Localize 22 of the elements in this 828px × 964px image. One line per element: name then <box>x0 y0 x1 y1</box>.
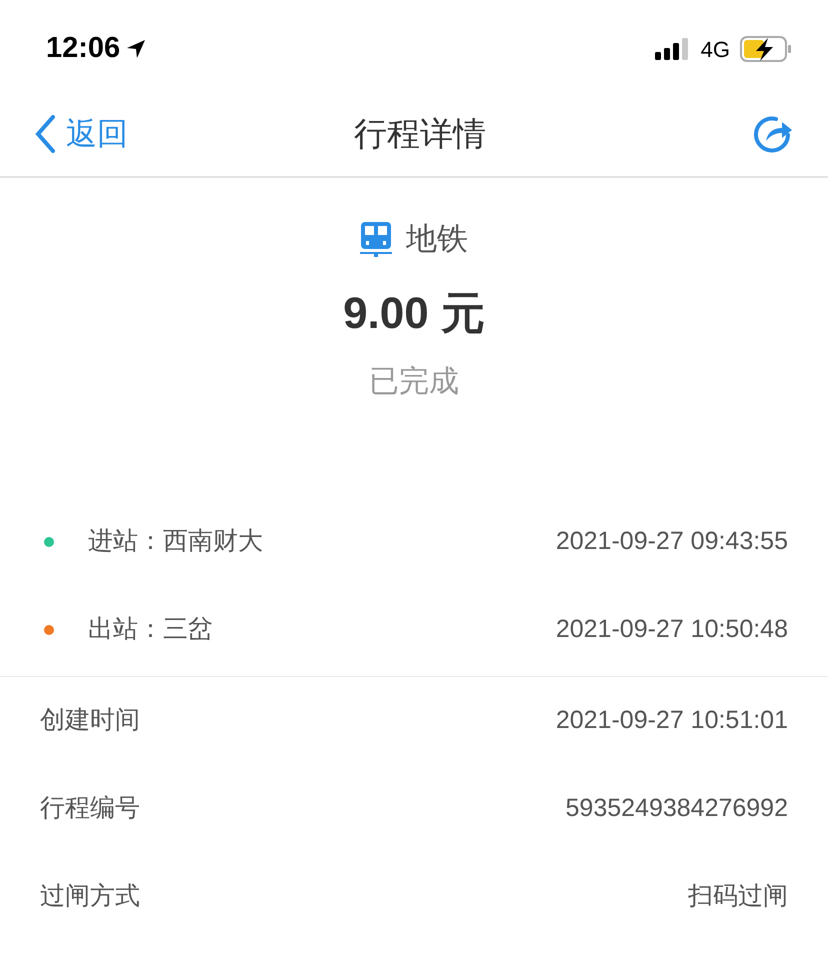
trip-amount: 9.00 元 <box>343 288 485 340</box>
network-label: 4G <box>700 36 730 64</box>
status-time: 12:06 <box>46 31 120 66</box>
station-label: 出站：三岔 <box>88 614 213 646</box>
station-time: 2021-09-27 09:43:55 <box>556 526 788 558</box>
detail-label: 行程编号 <box>40 793 140 824</box>
station-label: 进站：西南财大 <box>88 526 263 558</box>
back-chevron-icon <box>34 114 56 154</box>
page-title: 行程详情 <box>354 114 486 154</box>
detail-value: 5935249384276992 <box>566 793 788 824</box>
detail-value: 扫码过闸 <box>688 881 788 912</box>
transit-mode: 地铁 <box>406 220 468 258</box>
signal-icon <box>654 38 691 60</box>
station-time: 2021-09-27 10:50:48 <box>556 614 788 646</box>
detail-label: 创建时间 <box>40 705 140 736</box>
location-arrow-icon <box>126 39 146 59</box>
detail-label: 过闸方式 <box>40 881 140 912</box>
metro-train-icon <box>360 221 392 258</box>
back-button[interactable]: 返回 <box>34 110 128 158</box>
battery-charging-icon <box>740 36 792 62</box>
detail-value: 2021-09-27 10:51:01 <box>556 705 788 736</box>
trip-status: 已完成 <box>369 364 459 400</box>
